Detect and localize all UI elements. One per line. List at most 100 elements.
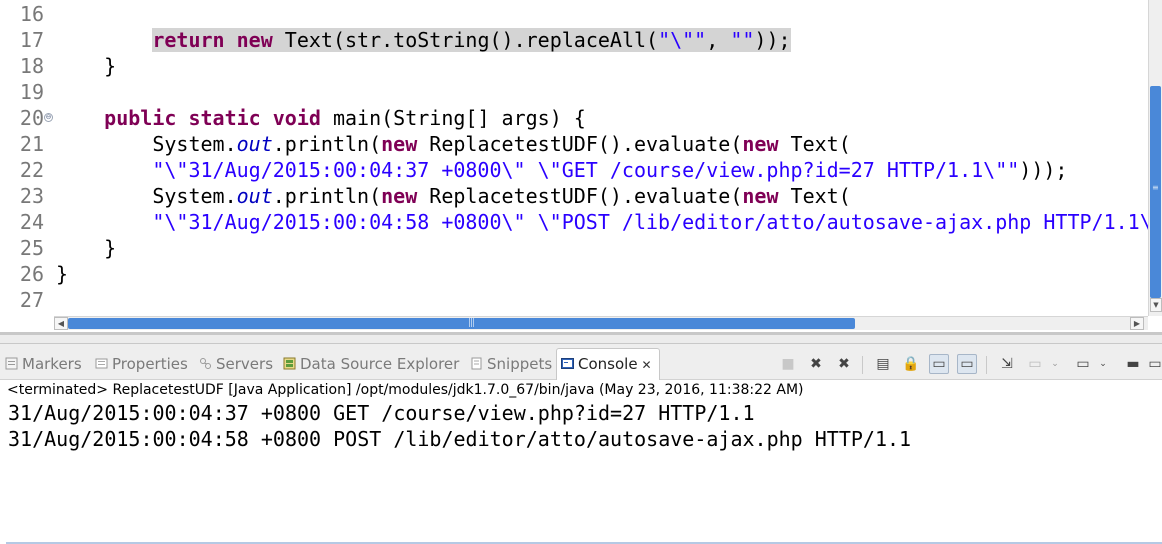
sash[interactable] bbox=[0, 335, 1162, 343]
line-number: 26 bbox=[19, 262, 44, 286]
open-console-icon[interactable]: ▭ bbox=[1073, 354, 1093, 374]
line-number: 23 bbox=[19, 184, 44, 208]
code-token: .println( bbox=[272, 184, 382, 208]
console-output-line: 31/Aug/2015:00:04:37 +0800 GET /course/v… bbox=[8, 401, 755, 425]
code-line[interactable]: "\"31/Aug/2015:00:04:37 +0800\" \"GET /c… bbox=[56, 157, 1067, 183]
pin-console-icon[interactable]: ⇲ bbox=[997, 354, 1017, 374]
code-line[interactable]: System.out.println(new ReplacetestUDF().… bbox=[56, 183, 851, 209]
collapse-fold-icon[interactable]: ⊖ bbox=[44, 113, 53, 122]
chevron-down-icon[interactable]: ⌄ bbox=[1097, 354, 1109, 374]
code-text-area[interactable]: return new Text(str.toString().replaceAl… bbox=[56, 0, 1148, 316]
clear-console-icon[interactable]: ▤ bbox=[873, 354, 893, 374]
tab-data-source-explorer[interactable]: Data Source Explorer bbox=[283, 353, 459, 375]
tab-servers[interactable]: Servers bbox=[199, 353, 273, 375]
scroll-lock-icon[interactable]: 🔒 bbox=[901, 354, 921, 374]
close-tab-icon[interactable]: ✕ bbox=[642, 354, 652, 376]
code-token: new bbox=[742, 184, 779, 208]
line-number: 18 bbox=[19, 54, 44, 78]
markers-icon bbox=[5, 357, 18, 370]
tab-properties[interactable]: Properties bbox=[95, 353, 188, 375]
code-line[interactable]: public static void main(String[] args) { bbox=[56, 105, 586, 131]
code-token: } bbox=[56, 236, 117, 260]
code-token: "" bbox=[730, 28, 755, 52]
line-number: 20 bbox=[19, 106, 44, 130]
line-number: 17 bbox=[19, 28, 44, 52]
console-view-panel: Markers Properties Servers Data Source E… bbox=[0, 343, 1162, 544]
scroll-left-arrow-icon[interactable]: ◀ bbox=[54, 317, 68, 330]
code-token: Text(str.toString().replaceAll( bbox=[272, 28, 659, 52]
code-line[interactable]: return new Text(str.toString().replaceAl… bbox=[56, 27, 791, 53]
properties-icon bbox=[95, 358, 108, 369]
code-line[interactable]: System.out.println(new ReplacetestUDF().… bbox=[56, 131, 850, 157]
tab-console[interactable]: Console ✕ bbox=[561, 353, 652, 375]
line-number: 22 bbox=[19, 158, 44, 182]
code-token: ReplacetestUDF().evaluate( bbox=[417, 132, 743, 156]
code-token: } bbox=[56, 54, 117, 78]
tab-label: Snippets bbox=[487, 355, 553, 373]
code-line[interactable]: } bbox=[56, 53, 116, 79]
tab-label: Data Source Explorer bbox=[300, 355, 460, 373]
console-icon bbox=[561, 358, 574, 369]
horizontal-scrollbar[interactable]: ◀ ||| ▶ bbox=[54, 316, 1148, 330]
code-line[interactable]: } bbox=[56, 261, 68, 287]
code-token: static bbox=[188, 106, 261, 130]
tab-snippets[interactable]: Snippets bbox=[470, 353, 552, 375]
code-token: out bbox=[236, 132, 273, 156]
minimize-icon[interactable]: ▬ bbox=[1123, 354, 1143, 374]
code-token: public bbox=[104, 106, 177, 130]
code-line[interactable]: } bbox=[56, 235, 116, 261]
word-wrap-icon[interactable]: ▭ bbox=[929, 354, 949, 374]
line-number: 24 bbox=[19, 210, 44, 234]
toolbar-separator bbox=[862, 356, 863, 374]
code-token: , bbox=[706, 28, 731, 52]
code-token: System. bbox=[56, 184, 237, 208]
code-token: "\"31/Aug/2015:00:04:58 +0800\" \"POST /… bbox=[152, 210, 1148, 234]
scroll-grip-icon: ||| bbox=[468, 318, 475, 328]
servers-icon bbox=[200, 358, 211, 369]
line-number: 16 bbox=[19, 2, 44, 26]
code-token: new bbox=[742, 132, 779, 156]
console-output-line: 31/Aug/2015:00:04:58 +0800 POST /lib/edi… bbox=[8, 427, 912, 451]
scroll-right-arrow-icon[interactable]: ▶ bbox=[1130, 317, 1144, 330]
scroll-grip-icon: ≡ bbox=[1152, 183, 1159, 192]
code-token: "\"31/Aug/2015:00:04:37 +0800\" \"GET /c… bbox=[152, 158, 1020, 182]
line-number: 21 bbox=[19, 132, 44, 156]
scroll-down-arrow-icon[interactable]: ▼ bbox=[1150, 298, 1162, 312]
terminate-icon[interactable]: ■ bbox=[778, 354, 798, 374]
code-token: new bbox=[381, 184, 418, 208]
remove-launch-icon[interactable]: ✖ bbox=[806, 354, 826, 374]
tab-label: Console bbox=[578, 355, 638, 373]
display-selected-console-icon[interactable]: ▭ bbox=[1025, 354, 1045, 374]
line-number: 19 bbox=[19, 80, 44, 104]
chevron-down-icon[interactable]: ⌄ bbox=[1049, 354, 1061, 374]
code-token: )); bbox=[754, 28, 791, 52]
line-number: 25 bbox=[19, 236, 44, 260]
tab-label: Markers bbox=[22, 355, 82, 373]
view-tab-bar: Markers Properties Servers Data Source E… bbox=[0, 344, 1162, 380]
code-token: "\"" bbox=[658, 28, 707, 52]
horizontal-scroll-thumb[interactable]: ||| bbox=[68, 318, 855, 329]
line-number: 27 bbox=[19, 288, 44, 312]
snippets-icon bbox=[471, 357, 482, 370]
tab-markers[interactable]: Markers bbox=[5, 353, 82, 375]
show-console-on-output-icon[interactable]: ▭ bbox=[957, 354, 977, 374]
code-token: .println( bbox=[272, 132, 382, 156]
code-token: System. bbox=[56, 132, 237, 156]
toolbar-separator bbox=[986, 356, 987, 374]
maximize-icon[interactable]: ▭ bbox=[1148, 354, 1162, 374]
console-process-header: <terminated> ReplacetestUDF [Java Applic… bbox=[7, 382, 804, 398]
tab-label: Servers bbox=[216, 355, 274, 373]
data-source-icon bbox=[283, 357, 296, 370]
vertical-scrollbar[interactable]: ≡ ▼ bbox=[1148, 0, 1162, 316]
code-editor[interactable]: 16 17 18 19 20 21 22 23 24 25 26 27 ⊖ re… bbox=[0, 0, 1162, 332]
code-line[interactable]: "\"31/Aug/2015:00:04:58 +0800\" \"POST /… bbox=[56, 209, 1148, 235]
remove-all-terminated-icon[interactable]: ✖ bbox=[834, 354, 854, 374]
code-token: out bbox=[236, 184, 273, 208]
code-token: new bbox=[381, 132, 418, 156]
code-token: Text( bbox=[778, 184, 851, 208]
